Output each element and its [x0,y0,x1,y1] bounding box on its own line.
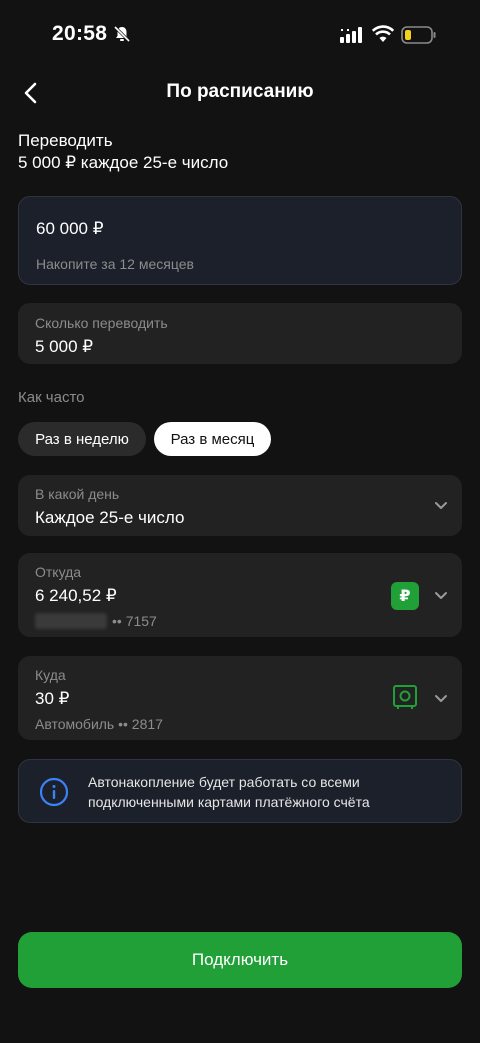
chevron-down-icon [435,502,447,509]
frequency-option-monthly[interactable]: Раз в месяц [154,422,271,456]
transfer-summary: Переводить 5 000 ₽ каждое 25-е число [18,130,228,173]
goal-amount: 60 000 ₽ [36,219,104,238]
goal-card[interactable]: 60 000 ₽ Накопите за 12 месяцев [18,196,462,285]
signal-icon [340,27,362,43]
transfer-amount-value: 5 000 ₽ [35,337,94,356]
destination-account-name: Автомобиль •• 2817 [35,716,163,732]
source-card-number: •• 7157 [112,613,157,629]
info-text: Автонакопление будет работать со всеми п… [88,774,370,810]
wifi-icon [372,25,394,42]
destination-account-select[interactable]: Куда 30 ₽ Автомобиль •• 2817 [18,656,462,740]
header: По расписанию [0,70,480,114]
frequency-label: Как часто [18,389,85,406]
transfer-amount-label: Сколько переводить [35,315,168,331]
page-title: По расписанию [166,81,314,102]
chevron-down-icon [435,592,447,599]
destination-label: Куда [35,667,66,683]
status-bar: 20:58 [0,0,480,70]
safe-icon [393,685,417,709]
destination-balance: 30 ₽ [35,689,70,708]
source-label: Откуда [35,564,82,580]
day-select[interactable]: В какой день Каждое 25-е число [18,475,462,536]
summary-details: 5 000 ₽ каждое 25-е число [18,153,229,172]
day-value: Каждое 25-е число [35,508,185,527]
chevron-down-icon [435,695,447,702]
bell-muted-icon [113,25,131,43]
source-balance: 6 240,52 ₽ [35,586,117,605]
summary-heading: Переводить [18,131,113,150]
info-icon [39,777,69,807]
ruble-account-icon: ₽ [391,582,419,610]
status-time: 20:58 [52,22,108,45]
info-banner: Автонакопление будет работать со всеми п… [18,759,462,823]
masked-card-name [35,613,107,629]
source-account-select[interactable]: Откуда 6 240,52 ₽ •• 7157 ₽ [18,553,462,637]
goal-hint: Накопите за 12 месяцев [36,256,194,272]
connect-button[interactable]: Подключить [18,932,462,988]
transfer-amount-field[interactable]: Сколько переводить 5 000 ₽ [18,303,462,364]
frequency-option-weekly[interactable]: Раз в неделю [18,422,146,456]
day-label: В какой день [35,486,120,502]
battery-icon [401,26,436,44]
